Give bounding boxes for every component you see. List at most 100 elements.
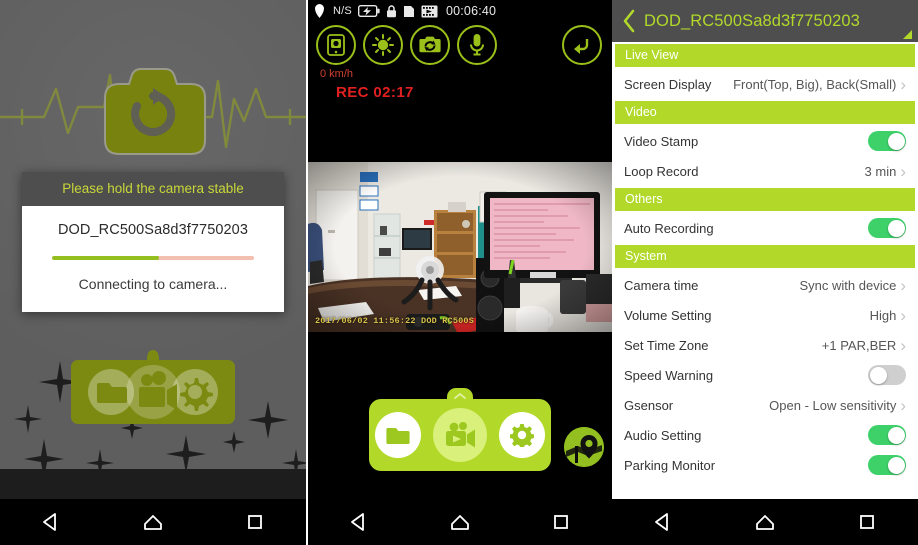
settings-row[interactable]: Screen Display Front(Top, Big), Back(Smal… — [612, 69, 918, 99]
nav-recents-button[interactable] — [856, 511, 878, 533]
back-triangle-icon — [655, 513, 668, 531]
settings-row-value: 3 min — [864, 163, 897, 179]
camera-statusbar: N/S 00:06:40 — [308, 0, 612, 22]
signal-triangle-icon — [903, 30, 912, 39]
settings-row-control: +1 PAR,BER › — [822, 337, 906, 354]
settings-row[interactable]: Speed Warning — [612, 360, 918, 390]
settings-row[interactable]: Parking Monitor — [612, 450, 918, 480]
settings-section-header: Live View — [615, 44, 915, 67]
nav-home-button[interactable] — [754, 511, 776, 533]
camera-time: 00:06:40 — [445, 4, 497, 18]
settings-row[interactable]: Loop Record 3 min › — [612, 156, 918, 186]
settings-row-label: Set Time Zone — [624, 337, 709, 353]
settings-row-control: 3 min › — [865, 163, 906, 180]
bottom-dock-ghost — [65, 342, 241, 433]
settings-row[interactable]: Camera time Sync with device › — [612, 270, 918, 300]
map-pin-icon — [564, 427, 604, 467]
brightness-icon — [372, 34, 394, 56]
live-control-buttons — [316, 25, 497, 65]
settings-row[interactable]: Audio Setting — [612, 420, 918, 450]
battery-charging-icon — [357, 5, 380, 17]
chevron-right-icon: › — [900, 395, 906, 415]
settings-row-label: Loop Record — [624, 163, 699, 179]
gps-status-label: N/S — [333, 5, 352, 17]
dock-collapse-handle[interactable] — [447, 388, 473, 403]
nav-back-button[interactable] — [348, 511, 370, 533]
settings-row[interactable]: Set Time Zone +1 PAR,BER › — [612, 330, 918, 360]
connection-progress-bar — [52, 256, 254, 260]
settings-toggle[interactable] — [868, 365, 906, 385]
dock-files-button[interactable] — [375, 412, 421, 458]
video-timestamp-overlay: 2017/06/02 11:56:22 DOD RC500S — [315, 316, 475, 326]
camera-switch-button[interactable] — [410, 25, 450, 65]
dialog-title: Please hold the camera stable — [22, 172, 284, 206]
phone-snapshot-icon — [327, 34, 345, 56]
dock-liveview-button[interactable] — [433, 408, 487, 462]
settings-row-control: Open - Low sensitivity › — [769, 397, 906, 414]
nav-home-button[interactable] — [449, 511, 471, 533]
back-arrow-icon — [574, 39, 589, 54]
chevron-right-icon: › — [900, 305, 906, 325]
settings-row[interactable]: Video Stamp — [612, 126, 918, 156]
live-bottom-dock — [369, 388, 551, 471]
settings-row[interactable]: Gsensor Open - Low sensitivity › — [612, 390, 918, 420]
settings-title: DOD_RC500Sa8d3f7750203 — [644, 11, 860, 30]
nav-back-button[interactable] — [652, 511, 674, 533]
settings-section-header: Video — [615, 101, 915, 124]
nav-recents-button[interactable] — [550, 511, 572, 533]
gps-map-button[interactable] — [564, 427, 604, 467]
android-navbar — [308, 499, 612, 545]
microphone-button[interactable] — [457, 25, 497, 65]
home-icon — [144, 515, 162, 530]
settings-row[interactable]: Auto Recording — [612, 213, 918, 243]
chevron-right-icon: › — [900, 74, 906, 94]
recents-square-icon — [554, 515, 569, 529]
location-pin-icon — [315, 4, 324, 18]
connecting-dialog: Please hold the camera stable DOD_RC500S… — [22, 172, 284, 312]
video-camera-icon — [446, 422, 475, 448]
settings-toggle[interactable] — [868, 131, 906, 151]
microphone-icon — [470, 34, 484, 56]
brightness-button[interactable] — [363, 25, 403, 65]
dock-settings-button[interactable] — [499, 412, 545, 458]
settings-row[interactable]: Volume Setting High › — [612, 300, 918, 330]
settings-row-value: +1 PAR,BER — [821, 337, 897, 353]
settings-row-label: Gsensor — [624, 397, 674, 413]
live-view-screen: N/S 00:06:40 0 km/h REC 02:17 2017/06/02… — [308, 0, 612, 545]
settings-row-control — [868, 218, 906, 238]
gear-icon — [510, 424, 534, 447]
settings-toggle[interactable] — [868, 218, 906, 238]
dialog-body: DOD_RC500Sa8d3f7750203 Connecting to cam… — [22, 206, 284, 312]
settings-toggle[interactable] — [868, 425, 906, 445]
phone-snapshot-button[interactable] — [316, 25, 356, 65]
settings-row-control: Front(Top, Big), Back(Small) › — [733, 76, 906, 93]
chevron-left-icon[interactable] — [622, 9, 636, 33]
settings-row-value: High — [869, 307, 897, 323]
home-icon — [756, 515, 774, 530]
settings-row-control — [868, 455, 906, 475]
recents-square-icon — [860, 515, 874, 529]
filmstrip-icon — [421, 5, 438, 17]
settings-list: Live View Screen Display Front(Top, Big), … — [612, 44, 918, 480]
settings-row-control — [868, 365, 906, 385]
live-video-preview[interactable]: 2017/06/02 11:56:22 DOD RC500S — [308, 162, 612, 332]
settings-row-control — [868, 131, 906, 151]
nav-back-button[interactable] — [40, 511, 62, 533]
chevron-up-icon — [454, 392, 466, 399]
settings-row-control: Sync with device › — [800, 277, 907, 294]
settings-row-control: High › — [870, 307, 906, 324]
footer-strip — [0, 469, 306, 499]
live-back-button[interactable] — [562, 25, 602, 65]
video-frame — [308, 162, 612, 332]
chevron-right-icon: › — [900, 161, 906, 181]
camera-switch-icon — [419, 36, 441, 53]
sd-card-icon — [403, 5, 414, 17]
nav-home-button[interactable] — [142, 511, 164, 533]
settings-row-value: Front(Top, Big), Back(Small) — [733, 76, 897, 92]
android-navbar — [0, 499, 306, 545]
nav-recents-button[interactable] — [244, 511, 266, 533]
folder-icon — [386, 428, 410, 444]
back-triangle-icon — [350, 513, 364, 531]
settings-toggle[interactable] — [868, 455, 906, 475]
connection-status-text: Connecting to camera... — [78, 276, 228, 292]
